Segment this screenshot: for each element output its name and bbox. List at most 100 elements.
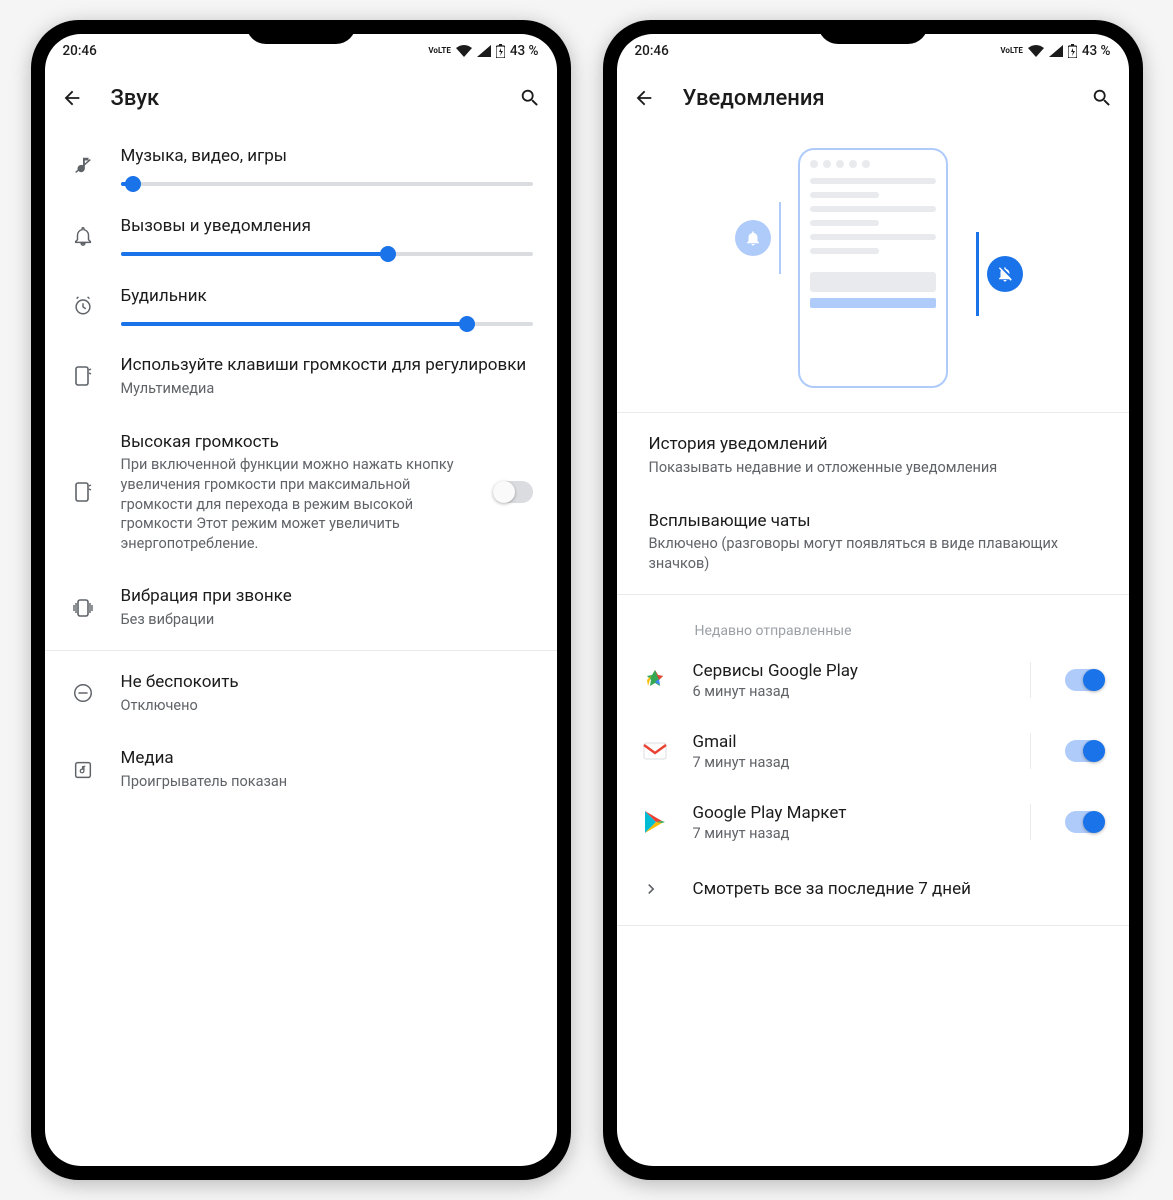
phone-boost-icon — [69, 480, 97, 504]
battery-icon — [496, 44, 505, 58]
divider — [617, 412, 1129, 413]
dnd-title: Не беспокоить — [121, 671, 533, 694]
bell-off-icon — [987, 256, 1023, 292]
notifications-illustration — [617, 128, 1129, 408]
extra-volume-sub: При включенной функции можно нажать кноп… — [121, 455, 469, 553]
app-name: Gmail — [693, 732, 996, 752]
battery-icon — [1068, 44, 1077, 58]
media-icon — [69, 759, 97, 781]
vibrate-title: Вибрация при звонке — [121, 585, 533, 608]
app-icon — [641, 808, 669, 836]
slider-track[interactable] — [121, 182, 533, 186]
phone-right: 20:46 VoLTE 43 % Уведомления — [603, 20, 1143, 1180]
history-title: История уведомлений — [649, 433, 1105, 456]
vibrate-icon — [69, 596, 97, 620]
app-icon — [641, 737, 669, 765]
wifi-icon — [456, 45, 472, 57]
app-notification-toggle[interactable] — [1065, 740, 1105, 762]
slider-row: Будильник — [45, 268, 557, 338]
divider-vertical — [1030, 804, 1031, 840]
divider — [45, 650, 557, 651]
extra-volume-title: Высокая громкость — [121, 431, 469, 454]
setting-bubbles[interactable]: Всплывающие чаты Включено (разговоры мог… — [617, 494, 1129, 590]
see-all-label: Смотреть все за последние 7 дней — [693, 878, 971, 901]
setting-vibrate-on-ring[interactable]: Вибрация при звонке Без вибрации — [45, 569, 557, 646]
signal-icon — [1049, 45, 1063, 57]
page-title: Звук — [111, 86, 160, 111]
bell-icon — [69, 225, 97, 247]
divider-vertical — [1030, 733, 1031, 769]
status-time: 20:46 — [635, 43, 669, 59]
recently-sent-header: Недавно отправленные — [617, 599, 1129, 645]
setting-volume-keys[interactable]: Используйте клавиши громкости для регули… — [45, 338, 557, 415]
music-note-off-icon — [69, 155, 97, 177]
screen-left: 20:46 VoLTE 43 % Звук Музыка, видео, — [45, 34, 557, 1166]
bubbles-title: Всплывающие чаты — [649, 510, 1105, 533]
slider-row: Вызовы и уведомления — [45, 198, 557, 268]
divider-vertical — [1030, 662, 1031, 698]
setting-extra-volume[interactable]: Высокая громкость При включенной функции… — [45, 415, 557, 570]
app-bar: Уведомления — [617, 68, 1129, 128]
screen-right: 20:46 VoLTE 43 % Уведомления — [617, 34, 1129, 1166]
status-icons: VoLTE 43 % — [428, 43, 538, 59]
volume-keys-title: Используйте клавиши громкости для регули… — [121, 354, 533, 377]
media-title: Медиа — [121, 747, 533, 770]
back-button[interactable] — [633, 87, 655, 109]
content-left: Музыка, видео, игры Вызовы и уведомления… — [45, 128, 557, 1166]
setting-media[interactable]: Медиа Проигрыватель показан — [45, 731, 557, 808]
divider — [617, 594, 1129, 595]
slider-label: Вызовы и уведомления — [121, 216, 533, 236]
search-icon — [1091, 87, 1113, 109]
bubbles-sub: Включено (разговоры могут появляться в в… — [649, 534, 1105, 573]
status-time: 20:46 — [63, 43, 97, 59]
app-bar: Звук — [45, 68, 557, 128]
volte-icon: VoLTE — [428, 47, 450, 54]
phone-left: 20:46 VoLTE 43 % Звук Музыка, видео, — [31, 20, 571, 1180]
search-button[interactable] — [519, 87, 541, 109]
media-sub: Проигрыватель показан — [121, 772, 533, 792]
app-time: 7 минут назад — [693, 754, 996, 771]
see-all-row[interactable]: Смотреть все за последние 7 дней — [617, 858, 1129, 921]
slider-track[interactable] — [121, 322, 533, 326]
app-row[interactable]: Gmail 7 минут назад — [617, 716, 1129, 787]
app-name: Сервисы Google Play — [693, 661, 996, 681]
wifi-icon — [1028, 45, 1044, 57]
back-button[interactable] — [61, 87, 83, 109]
chevron-right-icon — [641, 879, 669, 899]
notch — [818, 20, 928, 44]
bell-on-icon — [735, 220, 771, 256]
signal-icon — [477, 45, 491, 57]
app-row[interactable]: Сервисы Google Play 6 минут назад — [617, 645, 1129, 716]
page-title: Уведомления — [683, 86, 825, 111]
dnd-sub: Отключено — [121, 696, 533, 716]
app-row[interactable]: Google Play Маркет 7 минут назад — [617, 787, 1129, 858]
search-button[interactable] — [1091, 87, 1113, 109]
dnd-icon — [69, 682, 97, 704]
app-time: 7 минут назад — [693, 825, 996, 842]
setting-dnd[interactable]: Не беспокоить Отключено — [45, 655, 557, 732]
volte-icon: VoLTE — [1000, 47, 1022, 54]
extra-volume-toggle[interactable] — [493, 481, 533, 503]
vibrate-sub: Без вибрации — [121, 610, 533, 630]
phone-volume-icon — [69, 364, 97, 388]
battery-text: 43 % — [510, 43, 539, 59]
arrow-back-icon — [61, 87, 83, 109]
app-time: 6 минут назад — [693, 683, 996, 700]
notch — [246, 20, 356, 44]
status-icons: VoLTE 43 % — [1000, 43, 1110, 59]
slider-track[interactable] — [121, 252, 533, 256]
app-notification-toggle[interactable] — [1065, 669, 1105, 691]
slider-label: Музыка, видео, игры — [121, 146, 533, 166]
volume-keys-sub: Мультимедиа — [121, 379, 533, 399]
app-icon — [641, 666, 669, 694]
arrow-back-icon — [633, 87, 655, 109]
slider-label: Будильник — [121, 286, 533, 306]
alarm-icon — [69, 295, 97, 317]
search-icon — [519, 87, 541, 109]
setting-history[interactable]: История уведомлений Показывать недавние … — [617, 417, 1129, 494]
app-notification-toggle[interactable] — [1065, 811, 1105, 833]
slider-row: Музыка, видео, игры — [45, 128, 557, 198]
content-right: История уведомлений Показывать недавние … — [617, 128, 1129, 1166]
app-name: Google Play Маркет — [693, 803, 996, 823]
history-sub: Показывать недавние и отложенные уведомл… — [649, 458, 1105, 478]
